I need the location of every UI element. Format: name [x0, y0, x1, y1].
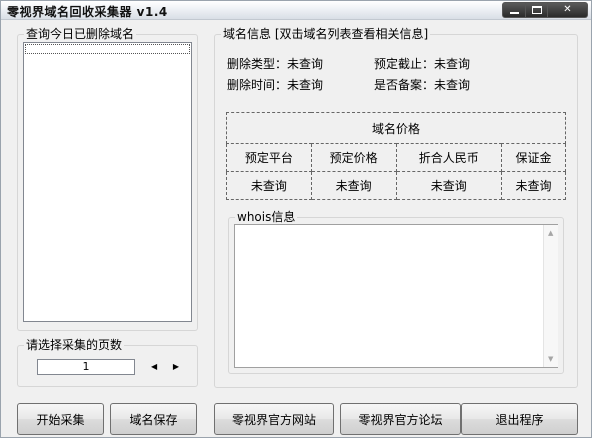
price-header-deposit: 保证金	[500, 143, 567, 172]
official-forum-button[interactable]: 零视界官方论坛	[340, 403, 461, 435]
window-title: 零视界域名回收采集器 v1.4	[7, 5, 168, 19]
delete-type-value: 未查询	[287, 57, 324, 71]
maximize-icon	[531, 6, 542, 14]
minimize-icon	[509, 12, 519, 14]
domain-list[interactable]	[23, 42, 192, 322]
reserve-deadline-label: 预定截止：	[374, 57, 435, 71]
filing-label: 是否备案：	[374, 78, 435, 92]
official-website-button[interactable]: 零视界官方网站	[214, 403, 334, 435]
page-select-label: 请选择采集的页数	[24, 338, 125, 352]
delete-time-field: 删除时间：未查询	[227, 76, 323, 93]
arrow-right-icon[interactable]: ▶	[173, 363, 179, 371]
price-table-title: 域名价格	[226, 112, 566, 144]
page-count-input[interactable]: 1	[37, 359, 135, 375]
price-table: 域名价格 预定平台 预定价格 折合人民币 保证金 未查询 未查询 未查询 未查询	[226, 112, 567, 200]
whois-scrollbar[interactable]: ▲ ▼	[543, 225, 558, 367]
delete-type-label: 删除类型：	[227, 57, 288, 71]
reserve-deadline-field: 预定截止：未查询	[374, 55, 470, 72]
price-value-deposit: 未查询	[500, 171, 567, 200]
maximize-button[interactable]	[526, 2, 548, 18]
filing-field: 是否备案：未查询	[374, 76, 470, 93]
price-header-platform: 预定平台	[226, 143, 312, 172]
close-icon: ✕	[563, 4, 572, 15]
start-collect-button[interactable]: 开始采集	[17, 403, 104, 435]
save-domains-button[interactable]: 域名保存	[110, 403, 197, 435]
filing-value: 未查询	[434, 78, 471, 92]
window-controls: ✕	[502, 2, 588, 18]
scroll-up-icon[interactable]: ▲	[548, 229, 553, 237]
minimize-button[interactable]	[502, 2, 526, 18]
whois-textarea[interactable]	[234, 224, 558, 368]
price-header-rmb: 折合人民币	[395, 143, 502, 172]
delete-time-label: 删除时间：	[227, 78, 288, 92]
scroll-down-icon[interactable]: ▼	[548, 355, 553, 363]
arrow-left-icon[interactable]: ◀	[151, 363, 157, 371]
price-value-platform: 未查询	[226, 171, 312, 200]
price-value-price: 未查询	[310, 171, 397, 200]
deleted-domains-label: 查询今日已删除域名	[24, 27, 137, 41]
list-focus-row[interactable]	[25, 44, 190, 54]
app-window: 零视界域名回收采集器 v1.4 ✕ 查询今日已删除域名 请选择采集的页数 1 ◀…	[0, 0, 592, 438]
domain-info-label: 域名信息 [双击域名列表查看相关信息]	[221, 27, 431, 41]
price-value-rmb: 未查询	[395, 171, 502, 200]
delete-type-field: 删除类型：未查询	[227, 55, 323, 72]
title-bar[interactable]: 零视界域名回收采集器 v1.4 ✕	[1, 1, 591, 20]
close-button[interactable]: ✕	[548, 2, 588, 18]
price-header-price: 预定价格	[310, 143, 397, 172]
reserve-deadline-value: 未查询	[434, 57, 471, 71]
delete-time-value: 未查询	[287, 78, 324, 92]
page-spinner[interactable]: ◀ ▶	[151, 361, 179, 373]
exit-button[interactable]: 退出程序	[461, 403, 578, 435]
whois-label: whois信息	[235, 210, 298, 224]
